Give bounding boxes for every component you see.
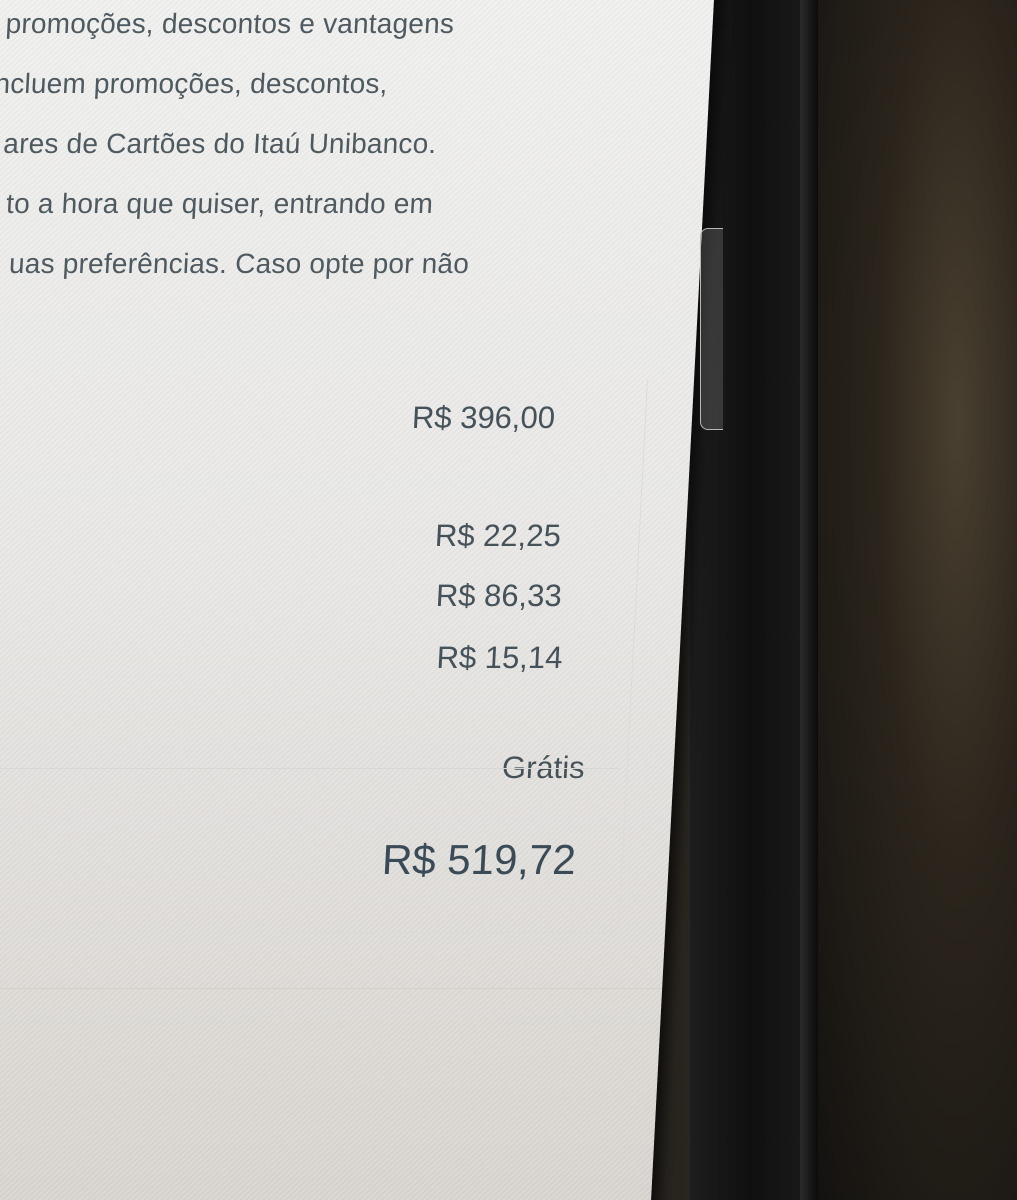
- screen: promoções, descontos e vantagens ncluem …: [0, 0, 716, 1200]
- notice-line: uas preferências. Caso opte por não: [8, 248, 470, 279]
- notice-line: promoções, descontos e vantagens: [4, 8, 455, 39]
- section-divider: [0, 988, 663, 989]
- notice-line: ares de Cartões do Itaú Unibanco.: [2, 128, 438, 159]
- photo-scene: promoções, descontos e vantagens ncluem …: [0, 0, 1017, 1200]
- monitor-edge: [800, 0, 818, 1200]
- summary-divider: [0, 768, 619, 769]
- charge-value: R$ 15,14: [435, 640, 564, 675]
- side-scroll-tab[interactable]: [700, 228, 723, 430]
- subtotal-value: R$ 396,00: [411, 400, 556, 435]
- total-value: R$ 519,72: [380, 836, 578, 883]
- background-room: [818, 0, 1017, 1200]
- notice-line: ncluem promoções, descontos,: [0, 68, 389, 99]
- summary-card: R$ 396,00 R$ 22,25 R$ 86,33 R$ 15,14 Grá…: [280, 380, 649, 933]
- monitor-bezel: [690, 0, 810, 1200]
- notice-text: promoções, descontos e vantagens ncluem …: [0, 0, 631, 300]
- order-summary: R$ 396,00 R$ 22,25 R$ 86,33 R$ 15,14 Grá…: [0, 380, 669, 989]
- notice-line: to a hora que quiser, entrando em: [5, 188, 434, 219]
- charge-value: R$ 86,33: [434, 578, 563, 613]
- charge-value: R$ 22,25: [434, 518, 562, 553]
